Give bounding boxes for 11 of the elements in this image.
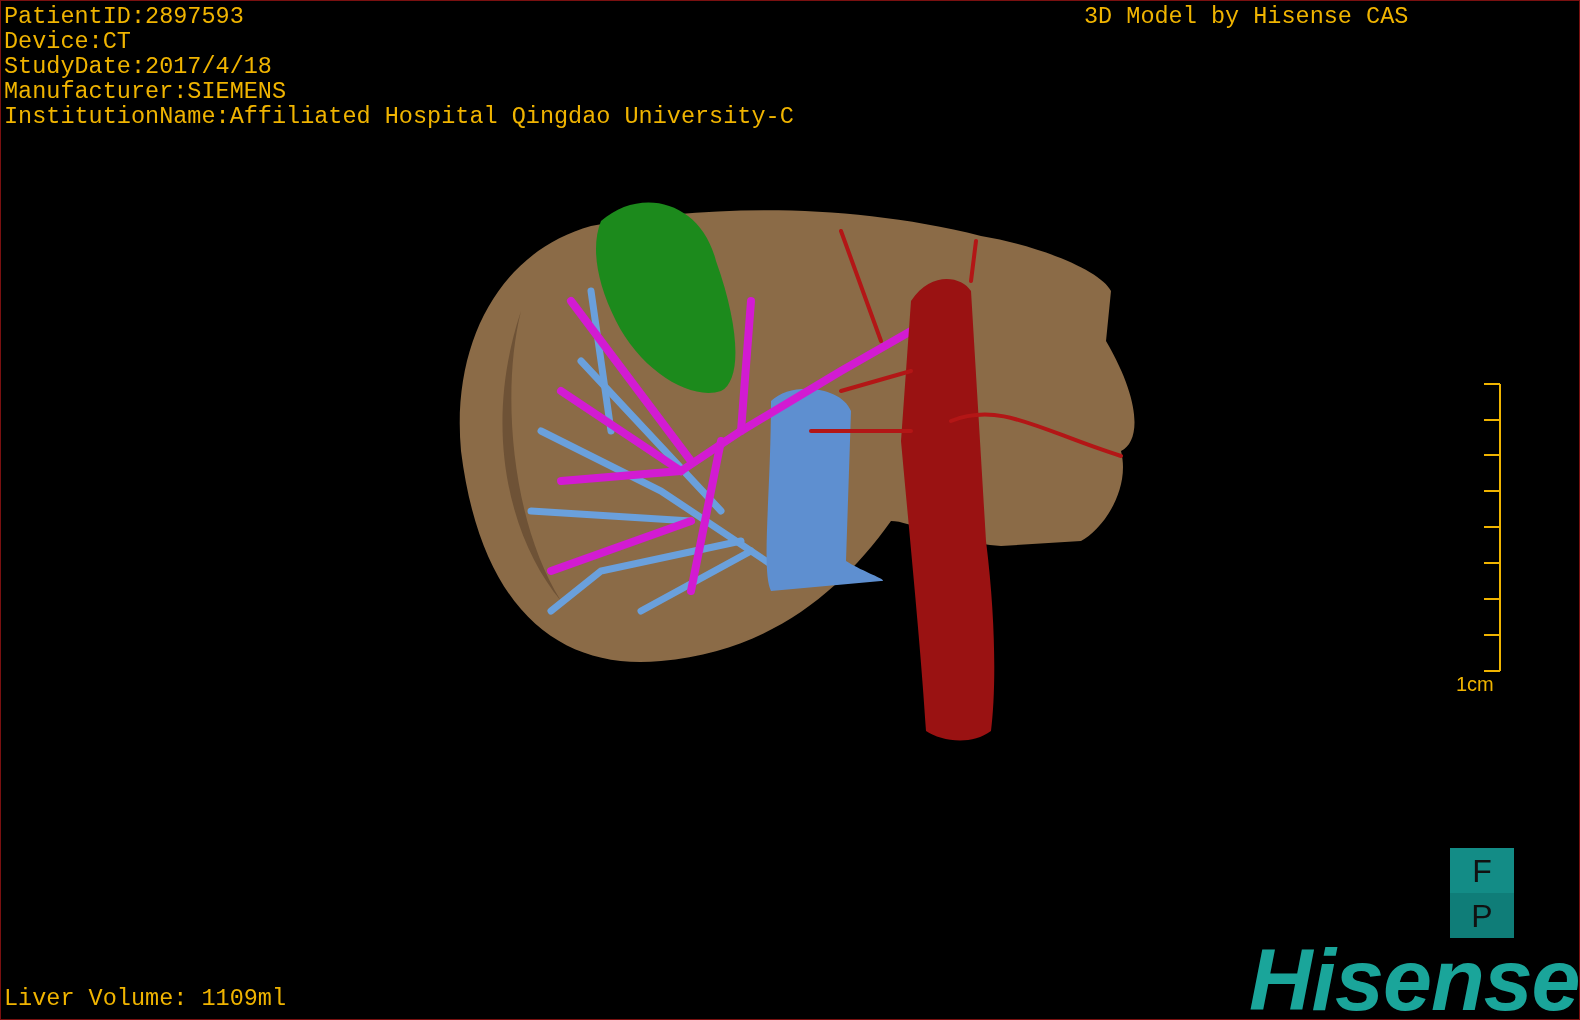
study-info-line: InstitutionName:Affiliated Hospital Qingdao University-C — [4, 104, 794, 129]
study-info-line: Device:CT — [4, 29, 132, 54]
study-info-line: PatientID:2897593 — [4, 4, 245, 29]
model-credit: 3D Model by Hisense CAS — [1084, 4, 1409, 29]
study-info-line: StudyDate:2017/4/18 — [4, 54, 273, 79]
orientation-label: F — [1472, 854, 1492, 887]
brand-logo: Hisense — [1249, 938, 1579, 1019]
scale-label: 1cm — [1456, 673, 1494, 695]
study-info-line: Manufacturer:SIEMENS — [4, 79, 288, 104]
liver-volume: Liver Volume: 1109ml — [4, 986, 287, 1011]
orientation-label: P — [1471, 899, 1493, 932]
